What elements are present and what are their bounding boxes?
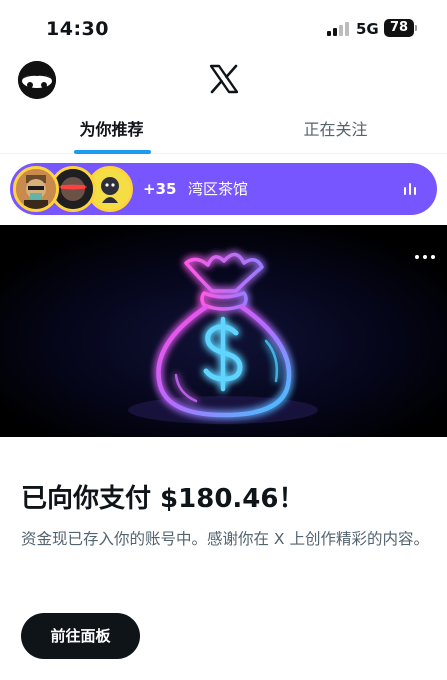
live-space-banner[interactable]: +35 湾区茶馆 xyxy=(10,163,437,215)
tab-for-you[interactable]: 为你推荐 xyxy=(0,108,223,154)
money-bag-illustration xyxy=(0,225,447,437)
space-host-avatar xyxy=(13,166,59,212)
tab-following[interactable]: 正在关注 xyxy=(224,108,447,154)
avatar-image xyxy=(18,61,56,99)
payout-description: 资金现已存入你的账号中。感谢你在 X 上创作精彩的内容。 xyxy=(21,530,429,548)
active-tab-indicator xyxy=(74,150,151,154)
more-options-icon[interactable] xyxy=(414,253,436,261)
tab-label: 为你推荐 xyxy=(79,120,144,139)
tab-label: 正在关注 xyxy=(303,120,368,139)
status-time: 14:30 xyxy=(46,18,109,40)
space-title: 湾区茶馆 xyxy=(188,180,249,198)
audio-wave-icon xyxy=(404,182,418,196)
profile-avatar[interactable] xyxy=(18,61,56,99)
payout-headline: 已向你支付 $180.46！ xyxy=(21,484,305,514)
timeline-tabs: 为你推荐 正在关注 xyxy=(0,108,447,154)
go-to-dashboard-button[interactable]: 前往面板 xyxy=(21,613,140,659)
money-bag-icon xyxy=(0,225,447,437)
status-bar: 14:30 5G 78 xyxy=(0,0,447,58)
space-listener-count: +35 xyxy=(143,180,177,198)
signal-icon xyxy=(327,22,349,36)
x-logo-icon[interactable] xyxy=(208,63,240,95)
network-type: 5G xyxy=(356,20,379,38)
battery-level: 78 xyxy=(384,19,417,37)
